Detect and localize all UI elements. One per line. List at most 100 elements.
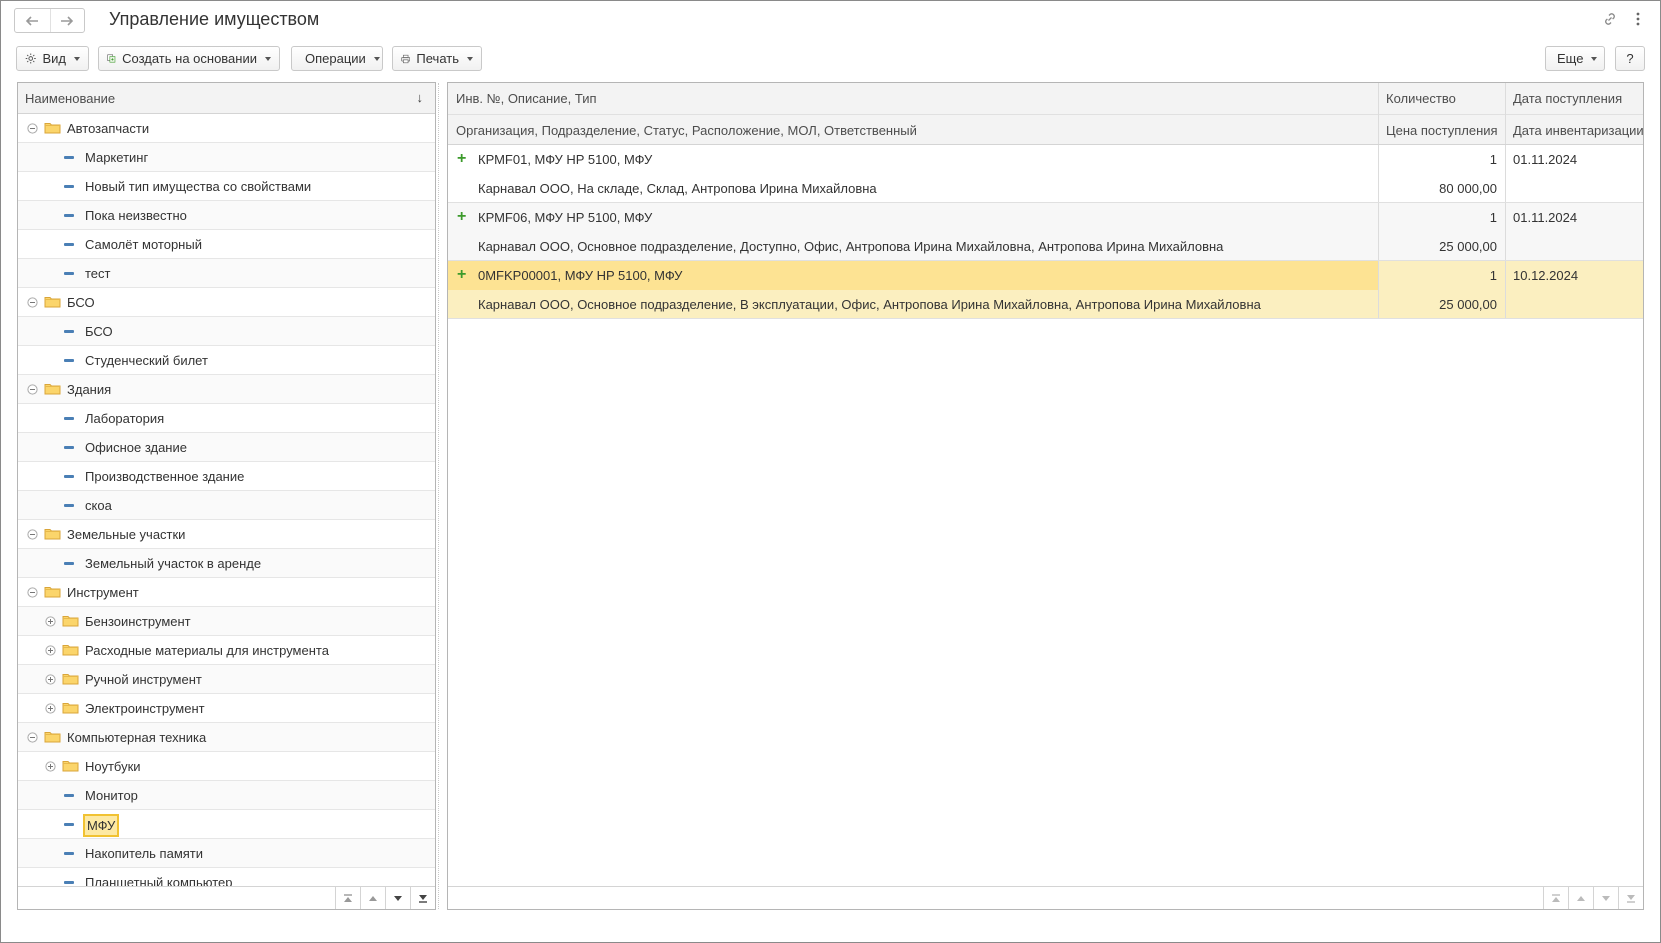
printer-icon (401, 54, 411, 63)
expand-toggle-icon[interactable] (45, 616, 56, 627)
create-based-on-label: Создать на основании (122, 51, 257, 66)
tree-folder-row[interactable]: Здания (18, 375, 435, 404)
tree-item-row[interactable]: Офисное здание (18, 433, 435, 462)
tree-folder-row[interactable]: Электроинструмент (18, 694, 435, 723)
collapse-toggle-icon[interactable] (27, 587, 38, 598)
col-header-date-received[interactable]: Дата поступления (1505, 83, 1643, 114)
tree-folder-row[interactable]: Земельные участки (18, 520, 435, 549)
print-button[interactable]: Печать (392, 46, 482, 71)
tree-item-label: Производственное здание (85, 469, 245, 484)
more-button[interactable]: Еще (1545, 46, 1605, 71)
view-button[interactable]: Вид (16, 46, 89, 71)
tree-item-row[interactable]: Монитор (18, 781, 435, 810)
expand-toggle-icon[interactable] (45, 761, 56, 772)
scroll-down-icon (1602, 895, 1610, 901)
tree-item-label: Пока неизвестно (85, 208, 187, 223)
table-header: Инв. №, Описание, Тип Количество Дата по… (448, 83, 1643, 145)
tree-item-row[interactable]: Самолёт моторный (18, 230, 435, 259)
expand-toggle-icon[interactable] (45, 645, 56, 656)
folder-icon (44, 585, 61, 598)
operations-button[interactable]: Операции (291, 46, 383, 71)
collapse-toggle-icon[interactable] (27, 529, 38, 540)
page-title: Управление имуществом (109, 9, 320, 29)
title-actions (1602, 11, 1640, 30)
tree-item-row[interactable]: МФУ (18, 810, 435, 839)
tree-item-row[interactable]: Накопитель памяти (18, 839, 435, 868)
tree-item-row[interactable]: Новый тип имущества со свойствами (18, 172, 435, 201)
kebab-icon (1636, 12, 1640, 26)
folder-icon (44, 527, 61, 540)
description-cell: +0MFKP00001, МФУ HP 5100, МФУ (448, 261, 1378, 290)
col-header-price[interactable]: Цена поступления (1378, 114, 1505, 145)
tree-item-row[interactable]: Земельный участок в аренде (18, 549, 435, 578)
item-dash-icon (64, 156, 74, 159)
tree-item-row[interactable]: Производственное здание (18, 462, 435, 491)
table-row[interactable]: +0MFKP00001, МФУ HP 5100, МФУ 1 10.12.2024… (448, 261, 1643, 319)
tree-folder-row[interactable]: Ручной инструмент (18, 665, 435, 694)
col-header-date-inventory[interactable]: Дата инвентаризации (1505, 114, 1643, 145)
tree-folder-row[interactable]: Бензоинструмент (18, 607, 435, 636)
tree-item-row[interactable]: скоа (18, 491, 435, 520)
tree-item-label: Самолёт моторный (85, 237, 202, 252)
tree-folder-row[interactable]: БСО (18, 288, 435, 317)
link-icon (1605, 13, 1615, 25)
sort-desc-icon[interactable]: ↓ (417, 90, 424, 105)
tree-folder-row[interactable]: Компьютерная техника (18, 723, 435, 752)
scroll-to-bottom-button[interactable] (1618, 887, 1643, 909)
title-bar: Управление имуществом (1, 1, 1660, 41)
col-header-quantity[interactable]: Количество (1378, 83, 1505, 114)
scroll-down-button[interactable] (1593, 887, 1618, 909)
tree-header[interactable]: Наименование ↓ (18, 83, 435, 114)
scroll-to-top-button[interactable] (1543, 887, 1568, 909)
scroll-bottom-icon (419, 894, 427, 903)
folder-icon (44, 295, 61, 308)
collapse-toggle-icon[interactable] (27, 384, 38, 395)
link-button[interactable] (1602, 11, 1618, 30)
col-header-description[interactable]: Инв. №, Описание, Тип (448, 83, 1378, 114)
gear-icon (25, 53, 36, 64)
more-menu-button[interactable] (1636, 12, 1640, 29)
collapse-toggle-icon[interactable] (27, 732, 38, 743)
item-dash-icon (64, 243, 74, 246)
table-row[interactable]: + КРМF01, МФУ HP 5100, МФУ 1 01.11.2024 Карн… (448, 145, 1643, 203)
tree-folder-row[interactable]: Инструмент (18, 578, 435, 607)
tree-item-row[interactable]: Студенческий билет (18, 346, 435, 375)
tree-item-row[interactable]: тест (18, 259, 435, 288)
record-line-1: + КРМF06, МФУ HP 5100, МФУ 1 01.11.2024 (448, 203, 1643, 232)
item-dash-icon (64, 417, 74, 420)
scroll-top-icon (1552, 893, 1560, 902)
collapse-toggle-icon[interactable] (27, 123, 38, 134)
scroll-bottom-icon (1627, 894, 1635, 903)
create-based-icon (107, 54, 116, 63)
table-footer (448, 886, 1643, 909)
tree-folder-row[interactable]: Расходные материалы для инструмента (18, 636, 435, 665)
item-dash-icon (64, 359, 74, 362)
scroll-up-button[interactable] (360, 887, 385, 909)
expand-toggle-icon[interactable] (45, 674, 56, 685)
scroll-to-bottom-button[interactable] (410, 887, 435, 909)
tree-folder-row[interactable]: Автозапчасти (18, 114, 435, 143)
forward-button[interactable] (49, 9, 85, 32)
tree-item-row[interactable]: Лаборатория (18, 404, 435, 433)
scroll-down-button[interactable] (385, 887, 410, 909)
tree-item-row[interactable]: Пока неизвестно (18, 201, 435, 230)
date-received-cell: 10.12.2024 (1513, 268, 1579, 283)
item-dash-icon (64, 881, 74, 884)
col-header-organization[interactable]: Организация, Подразделение, Статус, Расп… (448, 114, 1378, 145)
scroll-to-top-button[interactable] (335, 887, 360, 909)
arrow-right-icon (61, 15, 74, 26)
table-row[interactable]: + КРМF06, МФУ HP 5100, МФУ 1 01.11.2024 Карн… (448, 203, 1643, 261)
panel-splitter[interactable] (438, 83, 440, 909)
back-button[interactable] (15, 9, 50, 32)
expand-toggle-icon[interactable] (45, 703, 56, 714)
asset-type-tree: Автозапчасти Маркетинг Новый тип имущества… (18, 114, 435, 909)
help-button[interactable]: ? (1615, 46, 1645, 71)
tree-item-row[interactable]: БСО (18, 317, 435, 346)
tree-item-label: Инструмент (67, 585, 139, 600)
tree-item-row[interactable]: Маркетинг (18, 143, 435, 172)
scroll-up-icon (1577, 895, 1585, 901)
create-based-on-button[interactable]: Создать на основании (98, 46, 280, 71)
tree-folder-row[interactable]: Ноутбуки (18, 752, 435, 781)
scroll-up-button[interactable] (1568, 887, 1593, 909)
collapse-toggle-icon[interactable] (27, 297, 38, 308)
